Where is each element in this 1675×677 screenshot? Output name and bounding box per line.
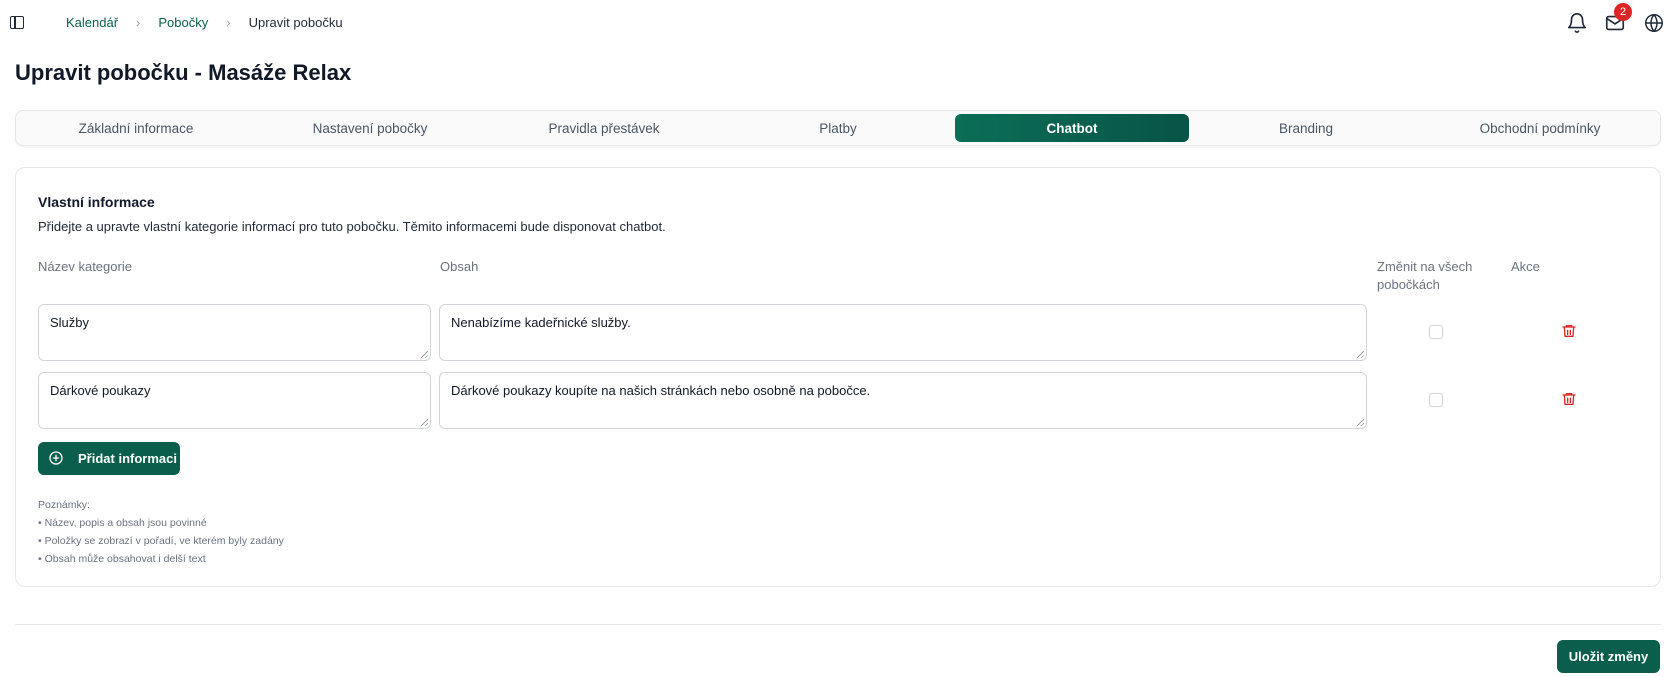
note-item: • Název, popis a obsah jsou povinné <box>38 517 207 529</box>
globe-icon[interactable] <box>1643 12 1665 34</box>
add-info-button[interactable]: Přidat informaci <box>38 442 180 475</box>
note-item: • Položky se zobrazí v pořadí, ve kterém… <box>38 535 284 547</box>
breadcrumb-current: Upravit pobočku <box>248 15 343 30</box>
change-all-checkbox[interactable] <box>1429 393 1443 407</box>
tab-platby[interactable]: Platby <box>721 114 955 142</box>
add-info-label: Přidat informaci <box>78 451 177 466</box>
mail-icon[interactable]: 2 <box>1604 3 1632 34</box>
tab-bar: Základní informace Nastavení pobočky Pra… <box>15 110 1661 146</box>
tab-obchodni-podminky[interactable]: Obchodní podmínky <box>1423 114 1657 142</box>
column-header-change-all: Změnit na všech pobočkách <box>1377 258 1487 294</box>
content-textarea[interactable]: Nenabízíme kadeřnické služby. <box>439 304 1367 361</box>
column-header-actions: Akce <box>1511 259 1540 274</box>
content-textarea[interactable]: Dárkové poukazy koupíte na našich stránk… <box>439 372 1367 429</box>
trash-icon[interactable] <box>1561 391 1577 407</box>
mail-badge: 2 <box>1614 3 1632 21</box>
trash-icon[interactable] <box>1561 323 1577 339</box>
category-input[interactable]: Služby <box>38 304 431 361</box>
tab-branding[interactable]: Branding <box>1189 114 1423 142</box>
custom-info-card: Vlastní informace Přidejte a upravte vla… <box>15 167 1661 587</box>
footer-divider <box>15 624 1661 625</box>
top-bar: Kalendář › Pobočky › Upravit pobočku 2 <box>0 0 1675 46</box>
breadcrumb: Kalendář › Pobočky › Upravit pobočku <box>66 15 343 30</box>
plus-circle-icon <box>49 451 63 465</box>
tab-pravidla-prestavek[interactable]: Pravidla přestávek <box>487 114 721 142</box>
tab-zakladni-informace[interactable]: Základní informace <box>19 114 253 142</box>
breadcrumb-separator: › <box>136 15 141 30</box>
breadcrumb-pobocky[interactable]: Pobočky <box>158 15 208 30</box>
column-header-change-all-line1: Změnit na všech <box>1377 259 1473 274</box>
note-item: • Obsah může obsahovat i delší text <box>38 553 206 565</box>
tab-nastaveni-pobocky[interactable]: Nastavení pobočky <box>253 114 487 142</box>
tab-chatbot[interactable]: Chatbot <box>955 114 1189 142</box>
section-description: Přidejte a upravte vlastní kategorie inf… <box>38 219 666 234</box>
bell-icon[interactable] <box>1566 12 1588 34</box>
breadcrumb-kalendar[interactable]: Kalendář <box>66 15 118 30</box>
save-button[interactable]: Uložit změny <box>1557 640 1660 673</box>
section-title: Vlastní informace <box>38 194 155 210</box>
notes: Poznámky: • Název, popis a obsah jsou po… <box>38 496 284 568</box>
breadcrumb-separator: › <box>226 15 231 30</box>
column-header-change-all-line2: pobočkách <box>1377 277 1440 292</box>
page-title: Upravit pobočku - Masáže Relax <box>15 60 352 85</box>
column-header-category: Název kategorie <box>38 259 132 274</box>
notes-title: Poznámky: <box>38 499 90 511</box>
category-input[interactable]: Dárkové poukazy <box>38 372 431 429</box>
change-all-checkbox[interactable] <box>1429 325 1443 339</box>
column-header-content: Obsah <box>440 259 479 274</box>
sidebar-toggle-icon[interactable] <box>10 16 24 29</box>
